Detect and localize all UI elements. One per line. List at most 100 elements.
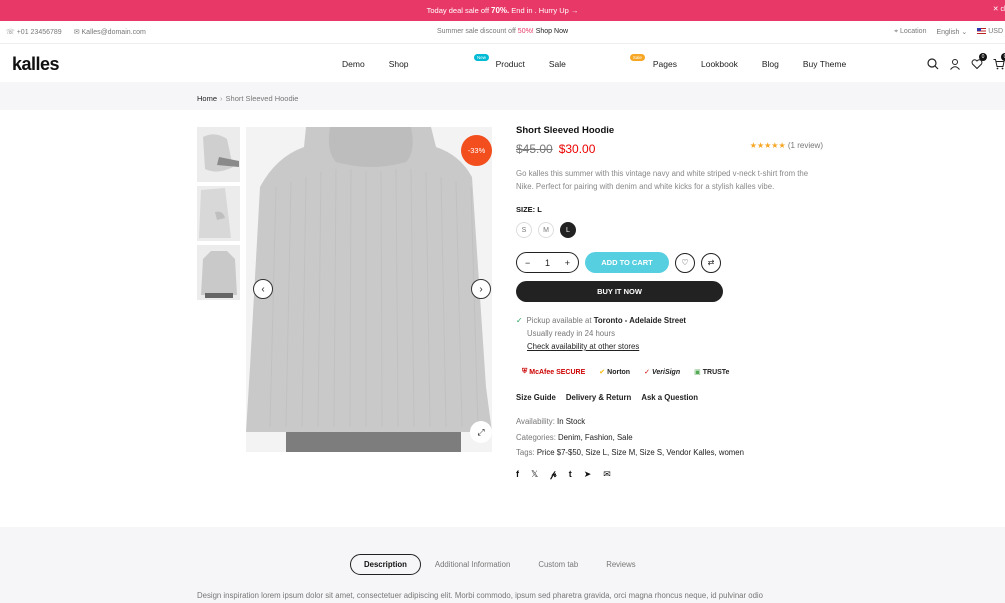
telegram-icon[interactable]: ➤: [584, 469, 592, 480]
star-rating-icon: ★★★★★: [749, 141, 786, 150]
promo-percent: 70%.: [491, 6, 510, 15]
pickup-text: Pickup available at: [526, 316, 592, 325]
sale-badge: Sale: [629, 54, 645, 61]
size-option-s[interactable]: S: [516, 222, 532, 238]
currency-label: USD: [988, 28, 1003, 35]
chevron-left-icon: ‹: [261, 283, 265, 295]
nav-item-buy-theme[interactable]: Buy Theme: [803, 59, 846, 69]
user-icon[interactable]: [949, 57, 961, 70]
truste-icon: ▣: [694, 369, 701, 376]
breadcrumb-band: [0, 82, 1005, 110]
breadcrumb: Home › Short Sleeved Hoodie: [197, 94, 298, 103]
check-availability-link[interactable]: Check availability at other stores: [527, 340, 823, 353]
breadcrumb-current: Short Sleeved Hoodie: [225, 94, 299, 103]
thumbnail-2[interactable]: [197, 186, 240, 241]
nav-item-product[interactable]: Product: [496, 59, 525, 69]
wishlist-button[interactable]: ♡: [675, 252, 695, 273]
nav-item-blog[interactable]: Blog: [762, 59, 779, 69]
location-link[interactable]: ⌖ Location: [894, 28, 926, 36]
sale-price: $30.00: [558, 142, 596, 156]
chevron-right-icon: ›: [479, 283, 483, 295]
quantity-value[interactable]: 1: [545, 258, 550, 268]
product-info: Short Sleeved Hoodie $45.00 $30.00 ★★★★★ …: [516, 125, 823, 480]
thumbnail-list: [197, 127, 240, 304]
pinterest-icon[interactable]: 𝓅: [550, 469, 556, 480]
next-image-button[interactable]: ›: [471, 279, 491, 299]
currency-select[interactable]: USD: [977, 28, 1003, 36]
compare-button[interactable]: ⇄: [701, 252, 721, 273]
tumblr-icon[interactable]: t: [569, 469, 572, 480]
truste-label: TRUSTe: [702, 368, 730, 376]
zoom-button[interactable]: ⤢: [470, 421, 492, 443]
site-logo[interactable]: kalles: [12, 54, 60, 75]
nav-item-pages[interactable]: Pages: [653, 59, 677, 69]
norton-badge: ✔ Norton: [599, 365, 630, 379]
categories-row: Categories: Denim, Fashion, Sale: [516, 430, 823, 446]
promo-close-button[interactable]: ✕ clos: [993, 5, 1005, 13]
thumbnail-3[interactable]: [197, 245, 240, 300]
promo-text-pre: Today deal sale off: [426, 6, 490, 15]
ask-question-link[interactable]: Ask a Question: [641, 393, 698, 402]
language-select[interactable]: English ⌄: [936, 28, 967, 36]
pickup-info: ✓ Pickup available at Toronto - Adelaide …: [516, 314, 823, 353]
purchase-actions: − 1 + ADD TO CART ♡ ⇄: [516, 252, 823, 273]
thumbnail-1[interactable]: [197, 127, 240, 182]
language-label: English: [936, 29, 960, 36]
availability-label: Availability:: [516, 417, 555, 426]
tab-custom[interactable]: Custom tab: [524, 560, 592, 569]
truste-badge: ▣ TRUSTe: [694, 365, 729, 379]
verisign-badge: ✓ VeriSign: [644, 365, 680, 379]
size-option-m[interactable]: M: [538, 222, 554, 238]
wishlist-heart-icon[interactable]: 0: [971, 53, 987, 70]
nav-item-demo[interactable]: Demo: [342, 59, 365, 69]
availability-value: In Stock: [557, 417, 586, 426]
x-twitter-icon[interactable]: 𝕏: [531, 469, 538, 480]
chevron-down-icon: ⌄: [961, 29, 968, 36]
categories-value[interactable]: Denim, Fashion, Sale: [558, 433, 633, 442]
shop-now-link[interactable]: Shop Now: [536, 28, 568, 35]
us-flag-icon: [977, 28, 987, 35]
summer-sale-text: Summer sale discount off: [436, 28, 516, 35]
plus-icon[interactable]: +: [565, 258, 570, 268]
summer-sale-notice: Summer sale discount off 50%! Shop Now: [0, 28, 1005, 35]
nav-item-shop[interactable]: Shop New: [388, 54, 489, 69]
tags-value[interactable]: Price $7-$50, Size L, Size M, Size S, Ve…: [537, 448, 744, 457]
trust-badges: ⛨ McAfee SECURE ✔ Norton ✓ VeriSign ▣ TRUSTe: [516, 365, 823, 379]
check-circle-icon: ✔: [599, 369, 606, 376]
shuffle-icon: ⇄: [707, 258, 715, 267]
tab-additional-information[interactable]: Additional Information: [421, 560, 524, 569]
cart-icon[interactable]: 0: [993, 53, 1005, 70]
breadcrumb-separator: ›: [220, 94, 223, 103]
tab-description[interactable]: Description: [350, 554, 421, 575]
facebook-icon[interactable]: f: [516, 469, 519, 480]
tab-reviews[interactable]: Reviews: [592, 560, 649, 569]
search-icon[interactable]: [927, 57, 939, 70]
size-options: S M L: [516, 222, 823, 238]
buy-now-button[interactable]: BUY IT NOW: [516, 281, 723, 302]
nav-item-sale[interactable]: Sale Sale: [549, 54, 645, 69]
verisign-label: VeriSign: [651, 368, 681, 376]
promo-bar: Today deal sale off 70%. End in . Hurry …: [0, 0, 1005, 21]
email-share-icon[interactable]: ✉: [603, 469, 611, 480]
size-option-l[interactable]: L: [560, 222, 576, 238]
description-tabs: Description Additional Information Custo…: [350, 554, 650, 575]
promo-link[interactable]: End in . Hurry Up →: [511, 6, 578, 15]
add-to-cart-button[interactable]: ADD TO CART: [585, 252, 669, 273]
rating[interactable]: ★★★★★ (1 review): [750, 141, 823, 150]
location-label: Location: [900, 28, 927, 35]
summer-sale-percent: 50%!: [517, 28, 534, 35]
norton-label: Norton: [607, 368, 631, 376]
product-title: Short Sleeved Hoodie: [516, 125, 615, 136]
cart-count: 0: [1001, 53, 1005, 61]
nav-item-lookbook[interactable]: Lookbook: [701, 59, 738, 69]
product-meta: Availability: In Stock Categories: Denim…: [516, 414, 823, 461]
prev-image-button[interactable]: ‹: [253, 279, 273, 299]
availability-row: Availability: In Stock: [516, 414, 823, 430]
nav-item-shop-label: Shop: [388, 59, 409, 69]
breadcrumb-home[interactable]: Home: [197, 94, 217, 103]
expand-icon: ⤢: [477, 426, 485, 437]
delivery-return-link[interactable]: Delivery & Return: [566, 393, 631, 402]
size-guide-link[interactable]: Size Guide: [516, 393, 556, 402]
product-main-image[interactable]: [246, 127, 492, 452]
minus-icon[interactable]: −: [525, 258, 530, 268]
